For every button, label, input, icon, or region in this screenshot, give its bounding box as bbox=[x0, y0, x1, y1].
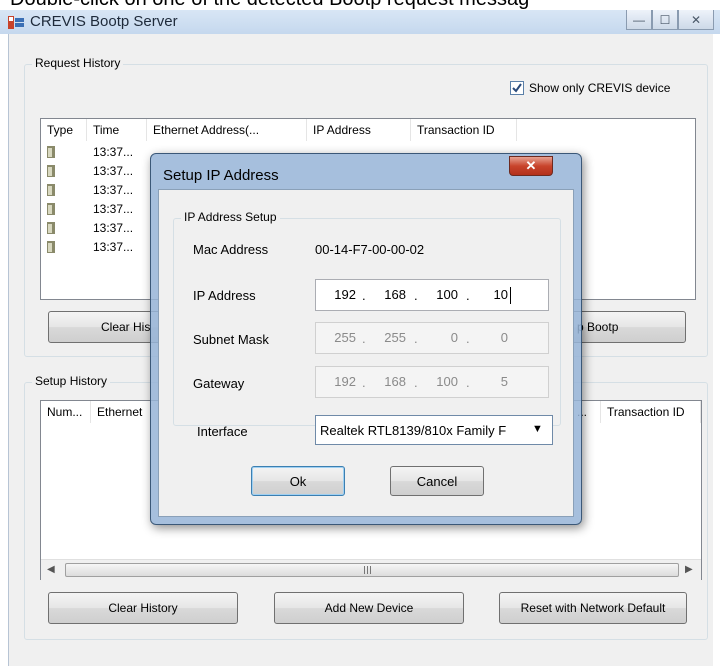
maximize-icon: ☐ bbox=[659, 12, 671, 27]
file-icon bbox=[47, 241, 55, 253]
ip-address-label: IP Address bbox=[193, 288, 256, 303]
subnet-octet-1: 255 bbox=[334, 330, 356, 345]
request-time: 13:37... bbox=[93, 183, 134, 197]
file-icon bbox=[47, 203, 55, 215]
ip-octet-3: 100 bbox=[436, 287, 458, 302]
file-icon bbox=[47, 165, 55, 177]
subnet-octet-2: 255 bbox=[384, 330, 406, 345]
dialog-close-button[interactable]: ✕ bbox=[509, 156, 553, 176]
scroll-right-icon[interactable]: ▶ bbox=[685, 564, 693, 575]
gateway-octet-2: 168 bbox=[384, 374, 406, 389]
minimize-icon: — bbox=[633, 12, 645, 27]
cancel-button[interactable]: Cancel bbox=[390, 466, 484, 496]
request-time: 13:37... bbox=[93, 221, 134, 235]
gateway-octet-3: 100 bbox=[436, 374, 458, 389]
mac-address-value: 00-14-F7-00-00-02 bbox=[315, 242, 425, 257]
ok-button[interactable]: Ok bbox=[251, 466, 345, 496]
text-cursor bbox=[510, 287, 511, 304]
ip-octet-1: 192 bbox=[334, 287, 356, 302]
dialog-title: Setup IP Address bbox=[163, 167, 279, 184]
mac-address-label: Mac Address bbox=[193, 242, 269, 257]
ip-setup-group-label: IP Address Setup bbox=[181, 210, 280, 224]
setup-history-label: Setup History bbox=[32, 374, 111, 388]
show-only-label[interactable]: Show only CREVIS device bbox=[529, 81, 670, 95]
file-icon bbox=[47, 222, 55, 234]
reset-network-default-button[interactable]: Reset with Network Default bbox=[499, 592, 687, 624]
dialog-client: IP Address Setup Mac Address 00-14-F7-00… bbox=[158, 189, 574, 517]
subnet-mask-input[interactable]: 255. 255. 0. 0 bbox=[315, 322, 549, 354]
column-header-transaction[interactable]: Transaction ID bbox=[601, 401, 701, 423]
close-icon: ✕ bbox=[690, 12, 702, 27]
interface-select[interactable]: Realtek RTL8139/810x Family F ▼ bbox=[315, 415, 553, 445]
close-icon: ✕ bbox=[525, 158, 537, 173]
subnet-octet-3: 0 bbox=[450, 330, 458, 345]
scroll-left-icon[interactable]: ◀ bbox=[47, 564, 55, 575]
scrollbar-thumb[interactable] bbox=[65, 563, 679, 577]
setup-ip-dialog: Setup IP Address ✕ IP Address Setup Mac … bbox=[150, 153, 582, 525]
request-time: 13:37... bbox=[93, 240, 134, 254]
gateway-octet-4: 5 bbox=[500, 374, 508, 389]
subnet-mask-label: Subnet Mask bbox=[193, 332, 269, 347]
interface-label: Interface bbox=[197, 424, 248, 439]
column-header-transaction[interactable]: Transaction ID bbox=[411, 119, 517, 141]
add-new-device-button[interactable]: Add New Device bbox=[274, 592, 464, 624]
ip-octet-4: 10 bbox=[493, 287, 508, 302]
checkmark-icon bbox=[512, 83, 522, 93]
file-icon bbox=[47, 146, 55, 158]
subnet-octet-4: 0 bbox=[500, 330, 508, 345]
show-only-checkbox[interactable] bbox=[510, 81, 524, 95]
file-icon bbox=[47, 184, 55, 196]
column-header-time[interactable]: Time bbox=[87, 119, 147, 141]
horizontal-scrollbar[interactable]: ◀ ▶ bbox=[41, 559, 701, 580]
request-history-label: Request History bbox=[32, 56, 124, 70]
chevron-down-icon: ▼ bbox=[532, 423, 543, 435]
close-window-button[interactable]: ✕ bbox=[678, 10, 714, 30]
column-header-ethernet[interactable]: Ethernet Address(... bbox=[147, 119, 307, 141]
interface-value: Realtek RTL8139/810x Family F bbox=[320, 423, 507, 438]
minimize-button[interactable]: — bbox=[626, 10, 652, 30]
request-time: 13:37... bbox=[93, 202, 134, 216]
maximize-button[interactable]: ☐ bbox=[652, 10, 678, 30]
column-header-ip[interactable]: IP Address bbox=[307, 119, 411, 141]
request-time: 13:37... bbox=[93, 164, 134, 178]
request-time: 13:37... bbox=[93, 145, 134, 159]
window-title: CREVIS Bootp Server bbox=[30, 13, 178, 30]
column-header-type[interactable]: Type bbox=[41, 119, 87, 141]
column-header-number[interactable]: Num... bbox=[41, 401, 91, 423]
gateway-octet-1: 192 bbox=[334, 374, 356, 389]
gateway-input[interactable]: 192. 168. 100. 5 bbox=[315, 366, 549, 398]
gateway-label: Gateway bbox=[193, 376, 245, 391]
ip-address-input[interactable]: 192. 168. 100. 10 bbox=[315, 279, 549, 311]
app-icon bbox=[8, 16, 24, 29]
clear-setup-history-button[interactable]: Clear History bbox=[48, 592, 238, 624]
ip-octet-2: 168 bbox=[384, 287, 406, 302]
